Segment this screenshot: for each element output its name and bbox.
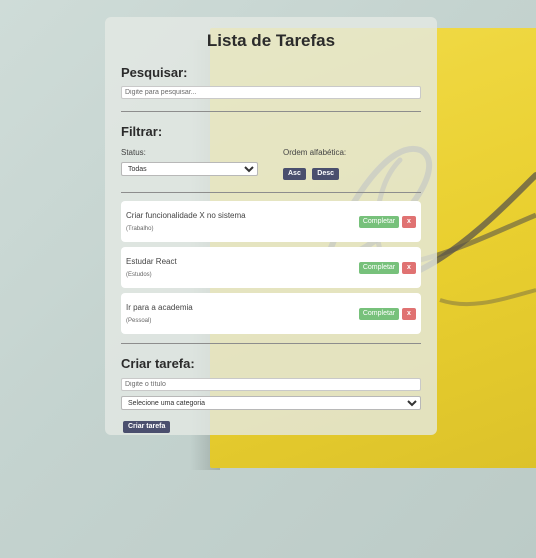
filter-heading: Filtrar:: [121, 124, 163, 139]
create-heading: Criar tarefa:: [121, 356, 195, 371]
complete-button[interactable]: Completar: [359, 261, 399, 274]
search-input[interactable]: [121, 86, 421, 99]
task-category: (Pessoal): [126, 318, 152, 324]
status-select[interactable]: Todas: [121, 162, 258, 176]
page-title: Lista de Tarefas: [206, 31, 336, 50]
status-label: Status:: [121, 148, 146, 157]
task-text: Ir para a academia (Pessoal): [126, 303, 193, 324]
create-task-button[interactable]: Criar tarefa: [123, 420, 171, 433]
status-filter: Status: Todas: [121, 148, 258, 180]
task-item: Estudar React (Estudos) Completar x: [121, 247, 421, 288]
divider: [121, 343, 421, 344]
delete-button[interactable]: x: [402, 215, 416, 228]
todo-card: Lista de Tarefas Pesquisar: Filtrar: Sta…: [105, 17, 437, 435]
task-category: (Estudos): [126, 272, 152, 278]
sort-desc-button[interactable]: Desc: [312, 167, 340, 180]
task-title-input[interactable]: [121, 378, 421, 391]
delete-button[interactable]: x: [402, 307, 416, 320]
filter-row: Status: Todas Ordem alfabética: Asc Desc: [121, 148, 421, 180]
category-select[interactable]: Selecione uma categoria: [121, 396, 421, 410]
search-heading: Pesquisar:: [121, 65, 188, 80]
task-category: (Trabalho): [126, 226, 154, 232]
task-text: Criar funcionalidade X no sistema (Traba…: [126, 211, 246, 232]
task-title: Ir para a academia: [126, 303, 193, 312]
sort-asc-button[interactable]: Asc: [283, 167, 306, 180]
divider: [121, 111, 421, 112]
task-actions: Completar x: [359, 261, 416, 274]
task-list: Criar funcionalidade X no sistema (Traba…: [121, 201, 421, 334]
task-item: Criar funcionalidade X no sistema (Traba…: [121, 201, 421, 242]
task-title: Criar funcionalidade X no sistema: [126, 211, 246, 220]
task-actions: Completar x: [359, 307, 416, 320]
complete-button[interactable]: Completar: [359, 307, 399, 320]
divider: [121, 192, 421, 193]
task-item: Ir para a academia (Pessoal) Completar x: [121, 293, 421, 334]
task-title: Estudar React: [126, 257, 177, 266]
complete-button[interactable]: Completar: [359, 215, 399, 228]
task-actions: Completar x: [359, 215, 416, 228]
alpha-order-label: Ordem alfabética:: [283, 148, 347, 157]
alpha-order-filter: Ordem alfabética: Asc Desc: [283, 148, 421, 180]
delete-button[interactable]: x: [402, 261, 416, 274]
task-text: Estudar React (Estudos): [126, 257, 177, 278]
